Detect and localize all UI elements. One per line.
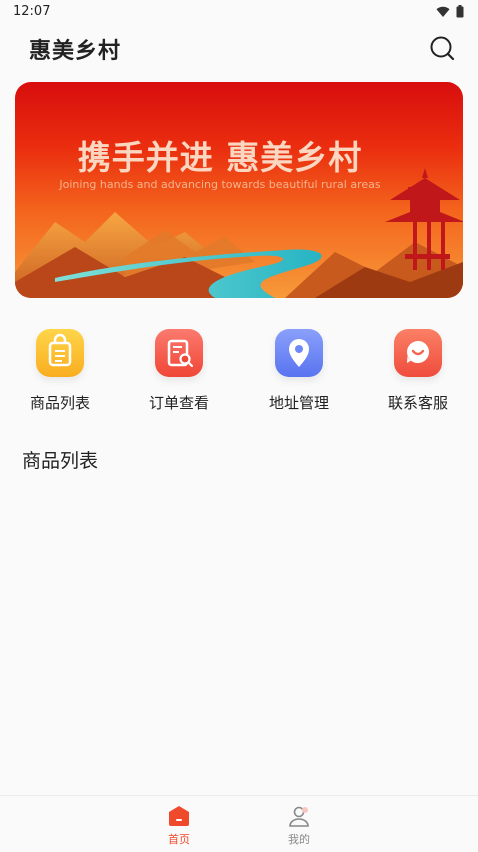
menu-item-customer-service[interactable]: 联系客服 [368,326,468,416]
menu-item-product-list[interactable]: 商品列表 [10,326,110,416]
quick-menu: 商品列表 订单查看 地址管理 联系客服 [0,326,478,416]
order-search-icon [155,329,203,377]
banner-headline: 携手并进 惠美乡村 [77,138,363,177]
location-pin-icon [275,329,323,377]
app-header: 惠美乡村 [0,24,478,74]
product-list-heading: 商品列表 [22,450,99,472]
status-time: 12:07 [13,4,51,19]
banner-subtitle: Joining hands and advancing towards beau… [59,178,381,191]
shopping-bag-icon [36,329,84,377]
search-icon [430,36,455,61]
menu-item-label: 商品列表 [29,394,90,412]
menu-item-address-management[interactable]: 地址管理 [249,326,349,416]
user-icon [289,806,309,827]
tab-home[interactable]: 首页 [139,796,219,852]
menu-item-label: 联系客服 [387,394,448,412]
status-bar: 12:07 [0,0,478,24]
menu-item-order-view[interactable]: 订单查看 [129,326,229,416]
bottom-tab-bar: 首页 我的 [0,795,478,852]
tab-label: 我的 [288,833,310,846]
menu-item-label: 地址管理 [268,394,329,412]
menu-item-label: 订单查看 [148,394,209,412]
tab-label: 首页 [168,833,190,846]
promo-banner[interactable]: 携手并进 惠美乡村 Joining hands and advancing to… [15,82,463,298]
customer-service-icon [394,329,442,377]
battery-icon [456,5,464,18]
search-button[interactable] [428,34,456,62]
status-icons [436,5,464,18]
tab-mine[interactable]: 我的 [259,796,339,852]
app-title: 惠美乡村 [29,39,122,64]
home-icon [169,806,189,826]
wifi-icon [436,6,450,17]
